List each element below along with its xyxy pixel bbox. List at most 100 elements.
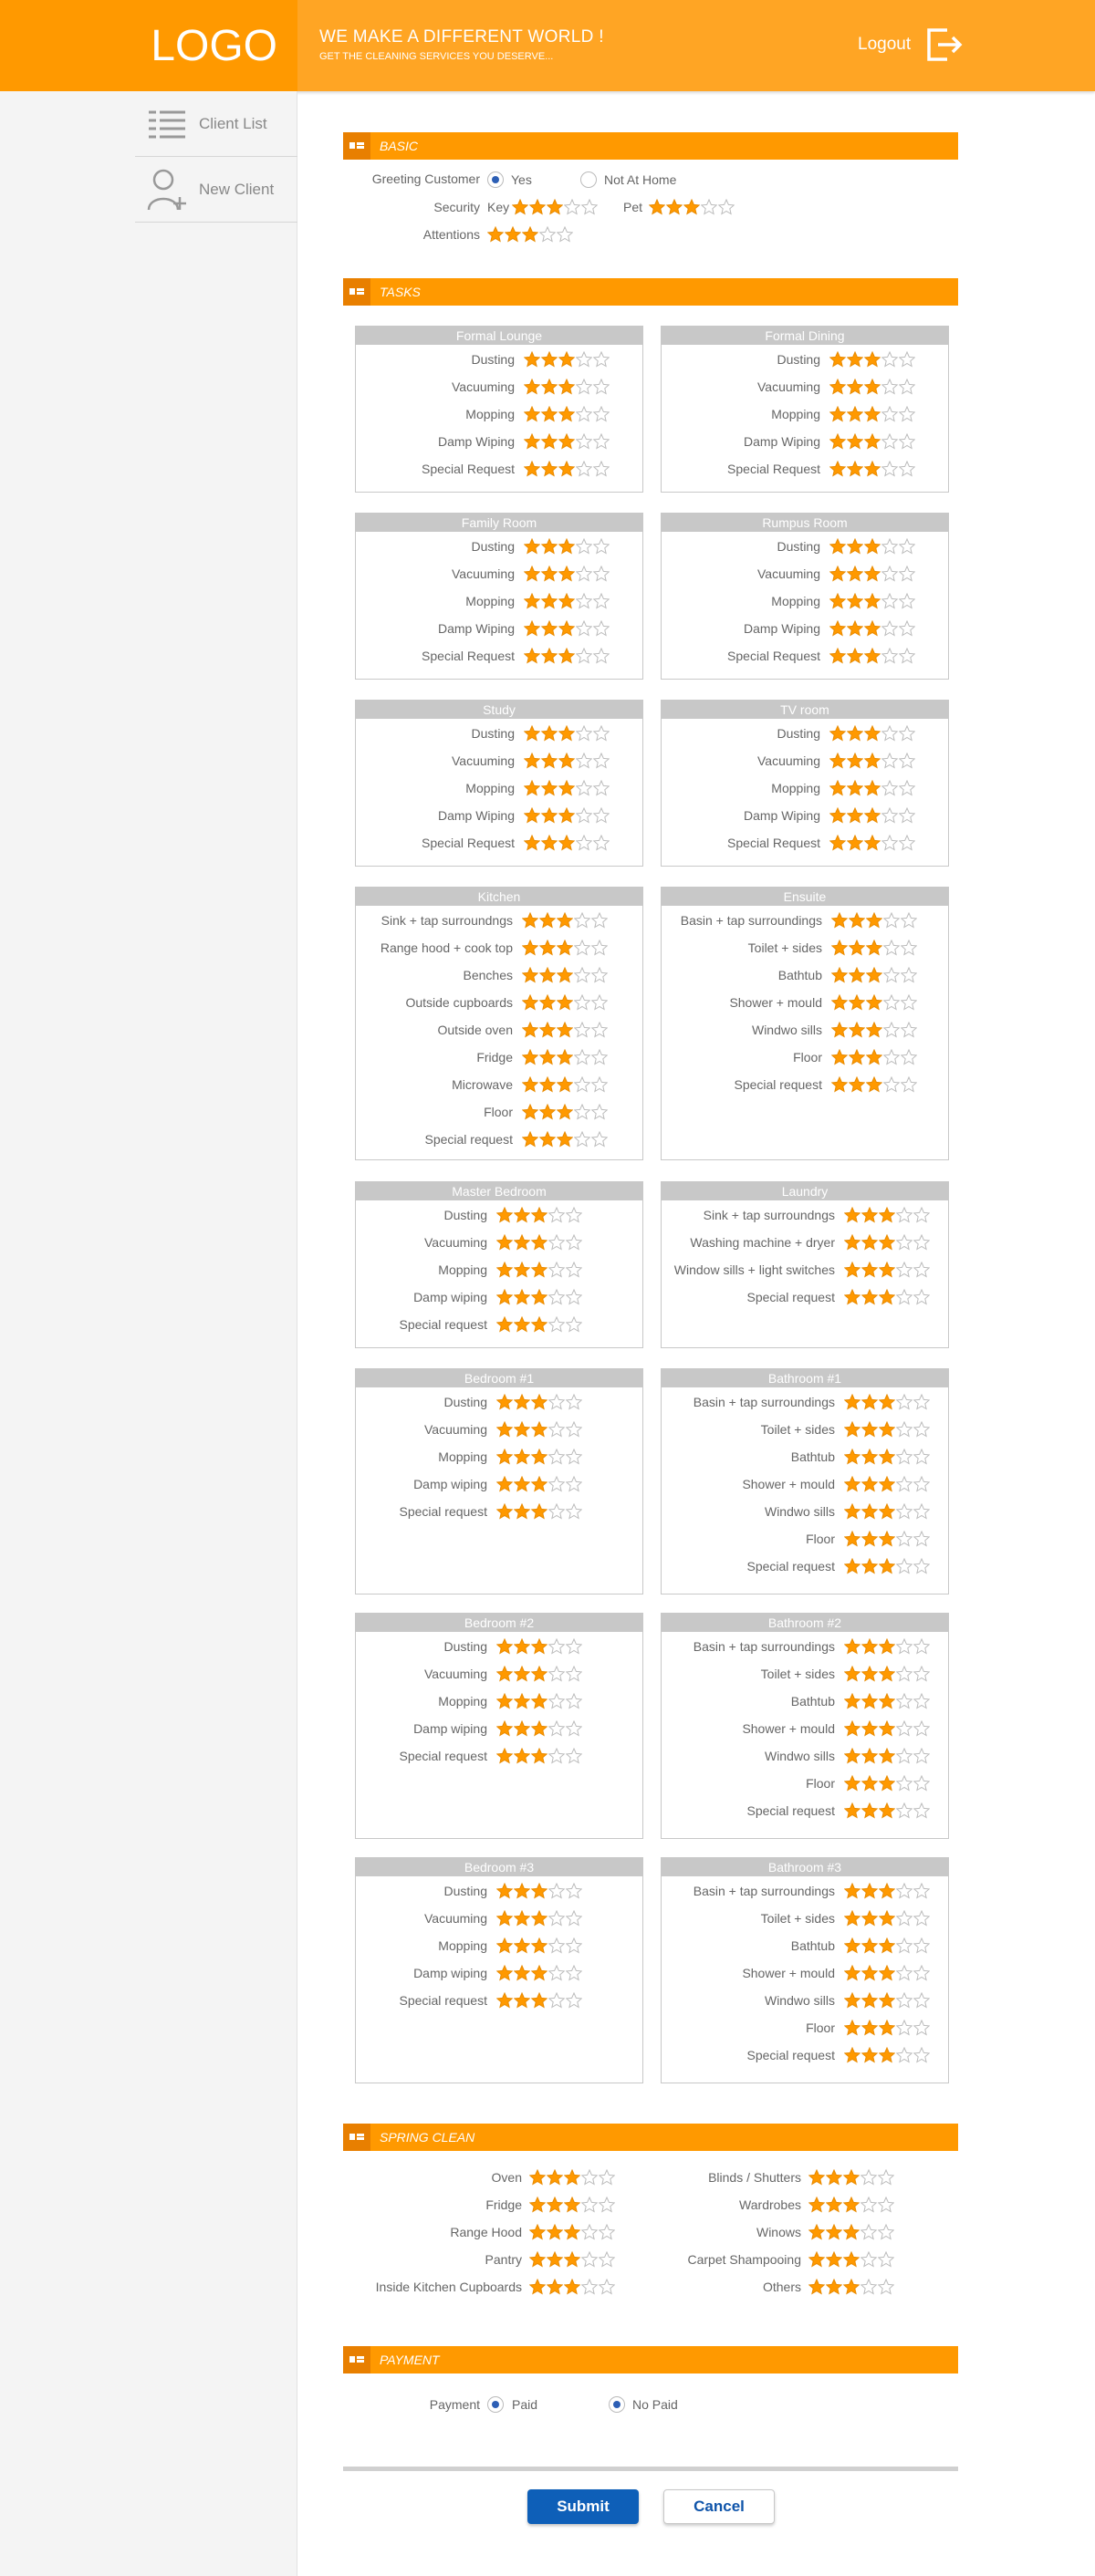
task-rating[interactable] [844, 1531, 930, 1547]
star-filled-icon[interactable] [531, 1316, 548, 1333]
star-empty-icon[interactable] [566, 1638, 582, 1655]
key-rating[interactable] [512, 199, 598, 215]
star-filled-icon[interactable] [514, 1638, 530, 1655]
star-empty-icon[interactable] [599, 2251, 615, 2268]
star-filled-icon[interactable] [524, 351, 540, 368]
star-empty-icon[interactable] [581, 2169, 598, 2186]
star-filled-icon[interactable] [529, 2197, 546, 2213]
task-rating[interactable] [844, 1503, 930, 1520]
task-rating[interactable] [844, 1234, 930, 1251]
star-empty-icon[interactable] [896, 1937, 912, 1954]
star-empty-icon[interactable] [593, 538, 610, 555]
task-rating[interactable] [844, 1476, 930, 1492]
task-rating[interactable] [524, 620, 610, 637]
star-empty-icon[interactable] [548, 1394, 565, 1410]
star-empty-icon[interactable] [899, 807, 915, 824]
star-filled-icon[interactable] [558, 648, 575, 664]
star-filled-icon[interactable] [514, 1693, 530, 1709]
task-rating[interactable] [829, 648, 915, 664]
spring-item-rating[interactable] [808, 2224, 894, 2240]
star-filled-icon[interactable] [843, 2251, 860, 2268]
star-filled-icon[interactable] [879, 1748, 895, 1764]
star-filled-icon[interactable] [879, 1693, 895, 1709]
star-filled-icon[interactable] [514, 1421, 530, 1438]
star-empty-icon[interactable] [566, 1748, 582, 1764]
star-empty-icon[interactable] [881, 379, 898, 395]
spring-item-rating[interactable] [529, 2279, 615, 2295]
star-filled-icon[interactable] [864, 351, 881, 368]
star-filled-icon[interactable] [496, 1503, 513, 1520]
star-empty-icon[interactable] [881, 566, 898, 582]
star-empty-icon[interactable] [548, 1748, 565, 1764]
star-filled-icon[interactable] [866, 940, 882, 956]
star-filled-icon[interactable] [844, 1992, 860, 2009]
star-filled-icon[interactable] [496, 1883, 513, 1899]
star-filled-icon[interactable] [541, 461, 558, 477]
star-empty-icon[interactable] [901, 994, 917, 1011]
star-empty-icon[interactable] [913, 1394, 930, 1410]
star-filled-icon[interactable] [864, 780, 881, 796]
task-rating[interactable] [831, 940, 917, 956]
star-filled-icon[interactable] [861, 1262, 878, 1278]
star-filled-icon[interactable] [864, 538, 881, 555]
star-filled-icon[interactable] [558, 379, 575, 395]
task-rating[interactable] [496, 1883, 582, 1899]
task-rating[interactable] [522, 967, 608, 983]
star-filled-icon[interactable] [861, 1666, 878, 1682]
star-empty-icon[interactable] [896, 1666, 912, 1682]
star-filled-icon[interactable] [879, 1503, 895, 1520]
star-filled-icon[interactable] [524, 780, 540, 796]
star-filled-icon[interactable] [849, 967, 865, 983]
star-filled-icon[interactable] [524, 566, 540, 582]
star-filled-icon[interactable] [829, 835, 846, 851]
star-filled-icon[interactable] [505, 226, 521, 243]
star-filled-icon[interactable] [844, 1262, 860, 1278]
star-empty-icon[interactable] [581, 2279, 598, 2295]
star-filled-icon[interactable] [524, 406, 540, 422]
star-filled-icon[interactable] [539, 1104, 556, 1120]
greeting-not-at-home-radio[interactable] [580, 171, 597, 188]
task-rating[interactable] [829, 593, 915, 609]
star-empty-icon[interactable] [896, 1531, 912, 1547]
star-empty-icon[interactable] [901, 967, 917, 983]
star-filled-icon[interactable] [522, 967, 538, 983]
star-empty-icon[interactable] [566, 1207, 582, 1223]
star-filled-icon[interactable] [547, 2251, 563, 2268]
task-rating[interactable] [496, 1262, 582, 1278]
star-empty-icon[interactable] [896, 1449, 912, 1465]
star-filled-icon[interactable] [847, 807, 863, 824]
task-rating[interactable] [524, 835, 610, 851]
star-filled-icon[interactable] [514, 1289, 530, 1305]
star-empty-icon[interactable] [591, 1076, 608, 1093]
star-filled-icon[interactable] [514, 1207, 530, 1223]
star-filled-icon[interactable] [826, 2251, 842, 2268]
star-empty-icon[interactable] [566, 1476, 582, 1492]
star-empty-icon[interactable] [881, 753, 898, 769]
star-filled-icon[interactable] [866, 967, 882, 983]
task-rating[interactable] [844, 1992, 930, 2009]
task-rating[interactable] [844, 1720, 930, 1737]
sidebar-item-new-client[interactable]: New Client [135, 157, 297, 223]
task-rating[interactable] [496, 1421, 582, 1438]
star-empty-icon[interactable] [878, 2224, 894, 2240]
star-empty-icon[interactable] [901, 912, 917, 929]
star-filled-icon[interactable] [529, 2279, 546, 2295]
star-filled-icon[interactable] [844, 1748, 860, 1764]
star-filled-icon[interactable] [541, 620, 558, 637]
star-filled-icon[interactable] [843, 2169, 860, 2186]
star-filled-icon[interactable] [847, 538, 863, 555]
star-empty-icon[interactable] [881, 406, 898, 422]
star-empty-icon[interactable] [881, 433, 898, 450]
star-empty-icon[interactable] [593, 461, 610, 477]
star-empty-icon[interactable] [581, 199, 598, 215]
star-empty-icon[interactable] [896, 1775, 912, 1792]
star-filled-icon[interactable] [496, 1937, 513, 1954]
star-empty-icon[interactable] [593, 351, 610, 368]
star-empty-icon[interactable] [548, 1207, 565, 1223]
star-filled-icon[interactable] [879, 1531, 895, 1547]
star-filled-icon[interactable] [864, 725, 881, 742]
star-filled-icon[interactable] [866, 912, 882, 929]
star-filled-icon[interactable] [522, 1022, 538, 1038]
star-filled-icon[interactable] [547, 2224, 563, 2240]
star-empty-icon[interactable] [566, 1992, 582, 2009]
